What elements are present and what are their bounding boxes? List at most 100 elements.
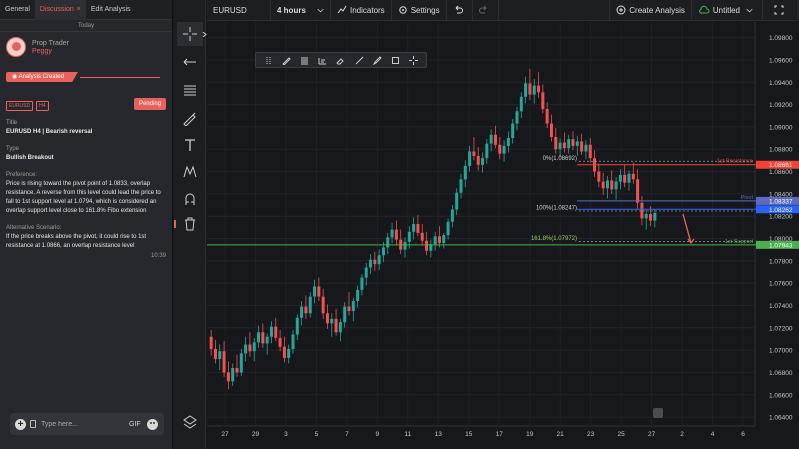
analysis-created-banner: ◉ Analysis Created: [6, 72, 160, 82]
candle-body: [623, 174, 627, 183]
create-analysis-button[interactable]: Create Analysis: [609, 0, 692, 21]
pattern-tool[interactable]: [177, 160, 203, 184]
layout-name: Untitled: [712, 5, 740, 15]
candle-body: [618, 174, 622, 182]
x-tick-label: 3: [284, 431, 288, 438]
text-tool[interactable]: [177, 133, 203, 157]
y-tick-label: 1.08200: [769, 214, 793, 221]
layout-selector[interactable]: Untitled: [692, 0, 763, 21]
alternative-label: Alternative Scenario:: [6, 225, 62, 231]
candle-body: [269, 326, 273, 337]
x-tick-label: 5: [315, 431, 319, 438]
crosshair-tool[interactable]: [177, 22, 203, 46]
candle-body: [605, 180, 609, 189]
candle-body: [287, 348, 291, 358]
crosshair-icon: [409, 55, 419, 65]
candle-body: [347, 306, 351, 312]
tab-general[interactable]: General: [0, 0, 35, 20]
candle-body: [377, 255, 381, 265]
y-tick-label: 1.09400: [769, 80, 793, 87]
eraser-tool[interactable]: [332, 53, 350, 67]
line-tool[interactable]: [350, 53, 368, 67]
candle-body: [545, 109, 549, 124]
delete-tool[interactable]: [177, 212, 203, 236]
panel-resize-marker[interactable]: [174, 220, 176, 228]
candle-body: [493, 134, 497, 145]
symbol-selector[interactable]: EURUSD: [207, 0, 271, 21]
candle-body: [485, 143, 489, 159]
redo-button[interactable]: [473, 0, 499, 21]
drag-handle[interactable]: [259, 53, 277, 67]
attach-file-icon[interactable]: [30, 420, 36, 428]
line-icon: [355, 56, 364, 64]
candle-body: [394, 229, 398, 240]
pen-tool[interactable]: [277, 53, 295, 67]
y-tick-label: 1.09000: [769, 124, 793, 131]
ruler-tool[interactable]: [314, 53, 332, 67]
layers-tool[interactable]: [177, 410, 203, 434]
candle-body: [209, 336, 213, 349]
close-icon[interactable]: ×: [77, 6, 81, 13]
y-tick-label: 1.07200: [769, 325, 793, 332]
candle-body: [455, 192, 459, 210]
timeframe-tag: H4: [36, 101, 49, 111]
lock-icon[interactable]: [653, 408, 663, 418]
candle-body: [498, 144, 502, 154]
undo-button[interactable]: [447, 0, 473, 21]
rectangle-tool[interactable]: [387, 53, 405, 67]
candle-body: [511, 123, 515, 139]
trend-line-tool[interactable]: [177, 50, 203, 74]
y-tick-label: 1.08800: [769, 147, 793, 154]
candle-body: [597, 171, 601, 182]
brush-tool-float[interactable]: [368, 53, 386, 67]
candle-body: [575, 141, 579, 146]
text-lines-tool[interactable]: [295, 53, 313, 67]
drag-handle-icon: [266, 56, 271, 64]
candle-body: [369, 259, 373, 268]
crosshair-tool-float[interactable]: [405, 53, 423, 67]
y-tick-label: 1.07800: [769, 258, 793, 265]
date-divider: Today: [0, 20, 172, 32]
candle-body: [351, 301, 355, 312]
x-tick-label: 19: [526, 431, 534, 438]
brush-tool[interactable]: [177, 106, 203, 130]
indicators-button[interactable]: Indicators: [331, 0, 392, 21]
y-tick-label: 1.07000: [769, 348, 793, 355]
candle-body: [386, 237, 390, 248]
crosshair-icon: [183, 27, 197, 41]
level-price-label: 1.07943: [769, 242, 793, 249]
avatar[interactable]: [6, 37, 26, 57]
candle-body: [580, 141, 584, 152]
candle-body: [481, 158, 485, 165]
candle-body: [226, 372, 230, 382]
message-input[interactable]: [41, 420, 123, 428]
candle-body: [381, 247, 385, 256]
analysis-tags: EURUSD H4 Pending: [6, 98, 166, 112]
fullscreen-button[interactable]: [763, 0, 799, 21]
pattern-icon: [183, 165, 197, 178]
tab-discussion[interactable]: Discussion ×: [34, 0, 86, 20]
settings-button[interactable]: Settings: [392, 0, 447, 21]
candle-body: [631, 173, 635, 180]
candle-body: [584, 144, 588, 152]
gif-button[interactable]: GIF: [129, 421, 141, 428]
author-name[interactable]: Peggy: [32, 48, 69, 55]
candle-body: [437, 236, 441, 243]
price-chart[interactable]: 1.09800 1.09600 1.09400 1.09200 1.09000 1.088…: [207, 22, 799, 449]
tab-edit-analysis[interactable]: Edit Analysis: [86, 0, 136, 20]
attach-plus-icon[interactable]: +: [15, 418, 26, 430]
candle-body: [459, 179, 463, 193]
pin-icon: ◉: [12, 74, 19, 80]
magnet-tool[interactable]: [177, 187, 203, 211]
candle-body: [489, 134, 493, 144]
chart-area[interactable]: 1.09800 1.09600 1.09400 1.09200 1.09000 1.088…: [207, 22, 799, 449]
emoji-icon[interactable]: [146, 418, 158, 430]
interval-selector[interactable]: 4 hours: [271, 0, 331, 21]
y-tick-label: 1.06400: [769, 415, 793, 422]
indicators-icon: [337, 5, 347, 14]
candle-body: [373, 259, 377, 265]
title-value: EURUSD H4 | Bearish reversal: [6, 129, 93, 135]
fib-tool[interactable]: [177, 78, 203, 102]
level-name: 1st Resistance: [717, 159, 753, 165]
candle-body: [231, 367, 235, 382]
